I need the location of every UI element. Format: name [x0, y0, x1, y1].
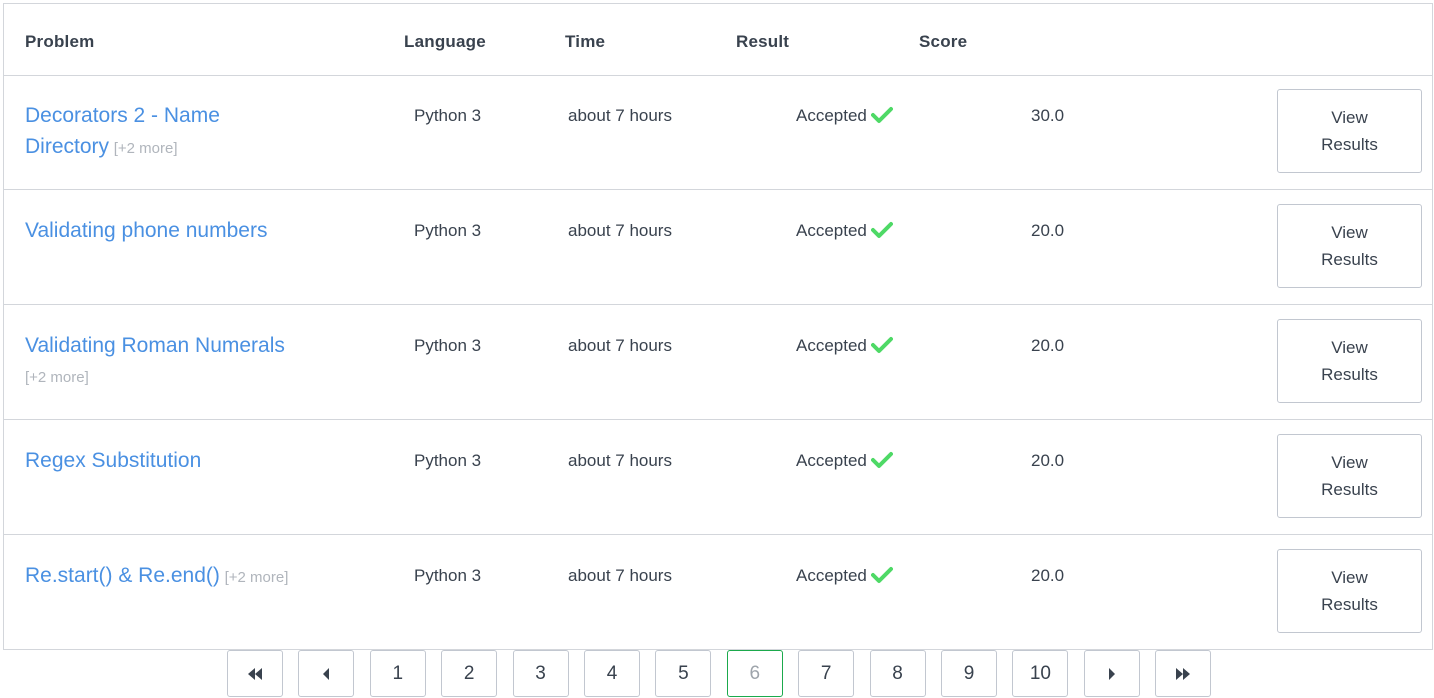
- caret-left-icon: [322, 667, 330, 681]
- result-cell: Accepted: [796, 106, 893, 129]
- double-chevron-left-icon[interactable]: [227, 650, 283, 697]
- table-row: Validating Roman Numerals [+2 more] Pytho…: [4, 306, 1432, 420]
- problem-link[interactable]: Regex Substitution: [25, 449, 201, 472]
- caret-right-icon[interactable]: [1083, 650, 1140, 697]
- page-button-2[interactable]: 2: [441, 650, 498, 697]
- language-cell: Python 3: [414, 221, 482, 240]
- page-button-5[interactable]: 5: [655, 650, 712, 697]
- column-header-time: Time: [565, 32, 606, 51]
- check-icon: [870, 336, 893, 359]
- page-button-6[interactable]: 6: [726, 650, 783, 697]
- table-row: Validating phone numbers Python 3 about 7…: [4, 191, 1432, 305]
- problem-link[interactable]: Validating Roman Numerals: [25, 334, 285, 357]
- table-row: Regex Substitution Python 3 about 7 hours…: [4, 421, 1432, 535]
- problem-cell: Decorators 2 - Name Directory [+2 more]: [25, 101, 305, 164]
- view-results-button[interactable]: View Results: [1277, 319, 1422, 403]
- page-button-1[interactable]: 1: [369, 650, 426, 697]
- page-button-3[interactable]: 3: [512, 650, 569, 697]
- view-results-button[interactable]: View Results: [1277, 89, 1422, 173]
- view-results-button[interactable]: View Results: [1277, 434, 1422, 518]
- check-icon: [870, 221, 893, 244]
- time-cell: about 7 hours: [568, 336, 672, 355]
- view-results-label-line2: Results: [1321, 135, 1378, 154]
- view-results-label-line1: View: [1331, 568, 1368, 587]
- view-results-button[interactable]: View Results: [1277, 204, 1422, 288]
- result-cell: Accepted: [796, 336, 893, 359]
- result-status: Accepted: [796, 221, 867, 240]
- view-results-label-line1: View: [1331, 338, 1368, 357]
- score-cell: 20.0: [1031, 451, 1065, 470]
- page-button-4[interactable]: 4: [584, 650, 640, 697]
- language-cell: Python 3: [414, 451, 482, 470]
- more-tags-link[interactable]: [+2 more]: [114, 140, 178, 157]
- view-results-label-line2: Results: [1321, 250, 1378, 269]
- page-button-7[interactable]: 7: [798, 650, 855, 697]
- column-header-result: Result: [736, 32, 790, 51]
- result-cell: Accepted: [796, 451, 893, 474]
- score-cell: 30.0: [1031, 106, 1065, 125]
- problem-cell: Re.start() & Re.end() [+2 more]: [25, 561, 305, 593]
- double-chevron-left-icon: [247, 667, 263, 681]
- result-status: Accepted: [796, 451, 867, 470]
- caret-left-icon[interactable]: [298, 650, 355, 697]
- view-results-label-line1: View: [1331, 108, 1368, 127]
- result-cell: Accepted: [796, 221, 893, 244]
- time-cell: about 7 hours: [568, 566, 672, 585]
- view-results-label-line2: Results: [1321, 480, 1378, 499]
- caret-right-icon: [1108, 667, 1116, 681]
- table-row: Decorators 2 - Name Directory [+2 more] P…: [4, 76, 1432, 190]
- more-tags-link[interactable]: [+2 more]: [25, 369, 89, 386]
- time-cell: about 7 hours: [568, 451, 672, 470]
- language-cell: Python 3: [414, 566, 482, 585]
- column-header-language: Language: [404, 32, 486, 51]
- submissions-table: Problem Language Time Result Score Decor…: [3, 3, 1433, 650]
- problem-link[interactable]: Validating phone numbers: [25, 219, 267, 242]
- score-cell: 20.0: [1031, 221, 1065, 240]
- check-icon: [870, 106, 893, 129]
- score-cell: 20.0: [1031, 336, 1065, 355]
- table-header: Problem Language Time Result Score: [4, 4, 1432, 76]
- result-cell: Accepted: [796, 566, 893, 589]
- page-button-10[interactable]: 10: [1012, 650, 1069, 697]
- problem-link[interactable]: Re.start() & Re.end(): [25, 564, 220, 587]
- page-button-9[interactable]: 9: [941, 650, 997, 697]
- more-tags-link[interactable]: [+2 more]: [225, 569, 289, 586]
- problem-cell: Regex Substitution: [25, 446, 305, 478]
- column-header-score: Score: [919, 32, 968, 51]
- check-icon: [870, 451, 893, 474]
- double-chevron-right-icon: [1175, 667, 1191, 681]
- page-button-8[interactable]: 8: [869, 650, 926, 697]
- result-status: Accepted: [796, 106, 867, 125]
- result-status: Accepted: [796, 336, 867, 355]
- time-cell: about 7 hours: [568, 221, 672, 240]
- double-chevron-right-icon[interactable]: [1155, 650, 1212, 697]
- language-cell: Python 3: [414, 106, 482, 125]
- problem-cell: Validating phone numbers: [25, 216, 305, 248]
- score-cell: 20.0: [1031, 566, 1065, 585]
- view-results-label-line1: View: [1331, 453, 1368, 472]
- view-results-button[interactable]: View Results: [1277, 549, 1422, 633]
- column-header-problem: Problem: [25, 32, 95, 51]
- view-results-label-line2: Results: [1321, 365, 1378, 384]
- time-cell: about 7 hours: [568, 106, 672, 125]
- table-row: Re.start() & Re.end() [+2 more] Python 3 a…: [4, 536, 1432, 650]
- result-status: Accepted: [796, 566, 867, 585]
- language-cell: Python 3: [414, 336, 482, 355]
- view-results-label-line2: Results: [1321, 595, 1378, 614]
- view-results-label-line1: View: [1331, 223, 1368, 242]
- problem-cell: Validating Roman Numerals [+2 more]: [25, 331, 305, 393]
- check-icon: [870, 566, 893, 589]
